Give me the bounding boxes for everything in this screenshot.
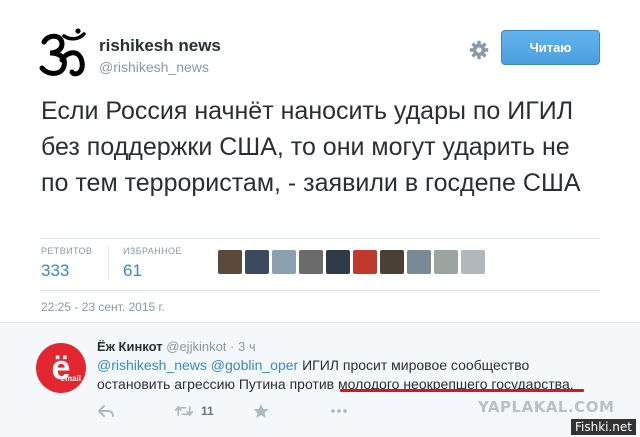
retweets-stat[interactable]: РЕТВИТОВ 333	[41, 246, 92, 281]
reply-retweet-count: 11	[201, 404, 214, 418]
favorites-count[interactable]: 61	[123, 261, 182, 281]
reply-time[interactable]: · 3 ч	[230, 339, 256, 354]
stats-divider-bottom	[40, 290, 600, 291]
retweets-count[interactable]: 333	[41, 261, 92, 281]
reply-avatar[interactable]: ё email	[36, 343, 86, 393]
watermark: YAPLAKAL.COM	[478, 398, 615, 416]
reply-author-name[interactable]: Ёж Кинкот	[97, 339, 163, 354]
tweet-card: rishikesh news @rishikesh_news Читаю Есл…	[0, 0, 640, 318]
site-badge: Fishki.net	[570, 419, 636, 435]
favoriter-avatar[interactable]	[245, 250, 269, 274]
tweet-timestamp[interactable]: 22:25 - 23 сент. 2015 г.	[41, 300, 165, 314]
reply-text-line1: ИГИЛ просит мировое сообщество	[298, 357, 530, 373]
author-handle[interactable]: @rishikesh_news	[99, 59, 209, 75]
favoriter-avatar[interactable]	[299, 250, 323, 274]
reply-mentions[interactable]: @rishikesh_news @goblin_oper	[97, 357, 298, 373]
favoriter-avatar[interactable]	[353, 250, 377, 274]
favoriter-avatar[interactable]	[272, 250, 296, 274]
favoriter-avatar[interactable]	[407, 250, 431, 274]
om-symbol-avatar[interactable]	[38, 28, 92, 80]
reply-actions: 11	[97, 403, 408, 419]
favoriter-avatar[interactable]	[461, 250, 485, 274]
more-icon[interactable]	[330, 403, 348, 419]
reply-icon[interactable]	[97, 403, 115, 419]
avatar-caption: email	[60, 374, 81, 383]
favorites-label: ИЗБРАННОЕ	[123, 246, 182, 256]
highlight-underline	[340, 389, 584, 392]
reply-header: Ёж Кинкот @ejjkinkot · 3 ч	[97, 339, 256, 354]
favoriter-avatar[interactable]	[218, 250, 242, 274]
reply-author-handle[interactable]: @ejjkinkot	[166, 339, 226, 354]
follow-button[interactable]: Читаю	[501, 30, 600, 65]
author-name[interactable]: rishikesh news	[99, 36, 221, 56]
favorites-stat[interactable]: ИЗБРАННОЕ 61	[123, 246, 182, 281]
tweet-text: Если Россия начнёт наносить удары по ИГИ…	[41, 97, 581, 197]
favoriter-avatar[interactable]	[434, 250, 458, 274]
stats-divider-top	[40, 238, 600, 239]
favoriter-avatar[interactable]	[326, 250, 350, 274]
favoriter-avatar[interactable]	[380, 250, 404, 274]
retweet-icon[interactable]	[175, 403, 193, 419]
reply-tweet: ё email Ёж Кинкот @ejjkinkot · 3 ч @rish…	[0, 322, 640, 437]
gear-icon[interactable]	[469, 40, 489, 60]
favoriter-avatars	[218, 250, 485, 274]
star-icon[interactable]	[252, 403, 270, 419]
stats-separator	[108, 246, 109, 280]
retweets-label: РЕТВИТОВ	[41, 246, 93, 256]
